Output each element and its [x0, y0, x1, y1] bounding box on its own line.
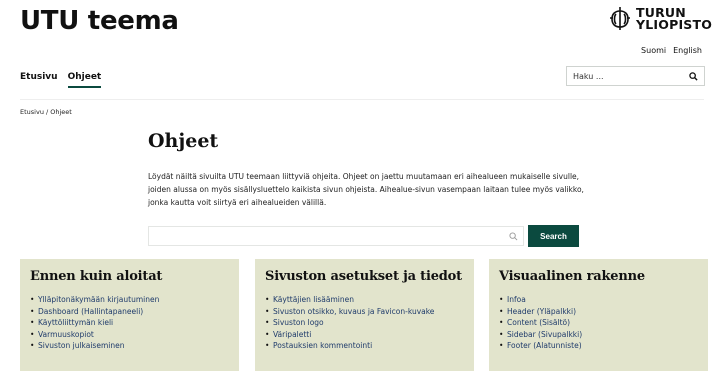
- card-link[interactable]: Postauksien kommentointi: [265, 340, 464, 352]
- card-title[interactable]: Visuaalinen rakenne: [499, 269, 698, 284]
- nav-item-ohjeet[interactable]: Ohjeet: [67, 72, 102, 88]
- intro-text: Löydät näiltä sivuilta UTU teemaan liitt…: [148, 172, 584, 207]
- card-link[interactable]: Väripaletti: [265, 329, 464, 341]
- header-search-placeholder: Haku ...: [573, 71, 604, 81]
- card-link[interactable]: Infoa: [499, 294, 698, 306]
- card-link[interactable]: Sivuston otsikko, kuvaus ja Favicon-kuva…: [265, 306, 464, 318]
- logo-emblem-icon: [610, 7, 630, 30]
- card-visuaalinen-rakenne: Visuaalinen rakenne Infoa Header (Yläpal…: [489, 259, 708, 371]
- card-link[interactable]: Sivuston julkaiseminen: [30, 340, 229, 352]
- search-icon: [509, 231, 518, 240]
- breadcrumb: Etusivu / Ohjeet: [20, 108, 72, 116]
- language-switcher: Suomi English: [641, 46, 702, 55]
- card-link[interactable]: Content (Sisältö): [499, 317, 698, 329]
- site-title[interactable]: UTU teema: [20, 6, 179, 36]
- card-link[interactable]: Varmuuskopiot: [30, 329, 229, 341]
- main-nav: Etusivu Ohjeet: [20, 72, 102, 88]
- card-link[interactable]: Käyttöliittymän kieli: [30, 317, 229, 329]
- card-ennen-kuin-aloitat: Ennen kuin aloitat Ylläpitonäkymään kirj…: [20, 259, 239, 371]
- card-title[interactable]: Ennen kuin aloitat: [30, 269, 229, 284]
- page-title: Ohjeet: [148, 130, 219, 152]
- card-link[interactable]: Header (Yläpalkki): [499, 306, 698, 318]
- card-link[interactable]: Käyttäjien lisääminen: [265, 294, 464, 306]
- card-sivuston-asetukset: Sivuston asetukset ja tiedot Käyttäjien …: [255, 259, 474, 371]
- card-link[interactable]: Ylläpitonäkymään kirjautuminen: [30, 294, 229, 306]
- card-title[interactable]: Sivuston asetukset ja tiedot: [265, 269, 464, 284]
- lang-suomi[interactable]: Suomi: [641, 46, 666, 55]
- header-divider: [20, 99, 704, 100]
- card-link[interactable]: Dashboard (Hallintapaneeli): [30, 306, 229, 318]
- nav-item-etusivu[interactable]: Etusivu: [20, 72, 58, 88]
- card-link[interactable]: Sidebar (Sivupalkki): [499, 329, 698, 341]
- content-search-input[interactable]: [148, 226, 524, 246]
- header-search-input[interactable]: Haku ...: [566, 66, 705, 86]
- card-link[interactable]: Footer (Alatunniste): [499, 340, 698, 352]
- university-logo[interactable]: TURUN YLIOPISTO: [608, 5, 712, 32]
- logo-line2: YLIOPISTO: [636, 16, 713, 32]
- search-button[interactable]: Search: [528, 225, 579, 247]
- card-link[interactable]: Sivuston logo: [265, 317, 464, 329]
- lang-english[interactable]: English: [673, 46, 702, 55]
- search-icon[interactable]: [689, 71, 698, 81]
